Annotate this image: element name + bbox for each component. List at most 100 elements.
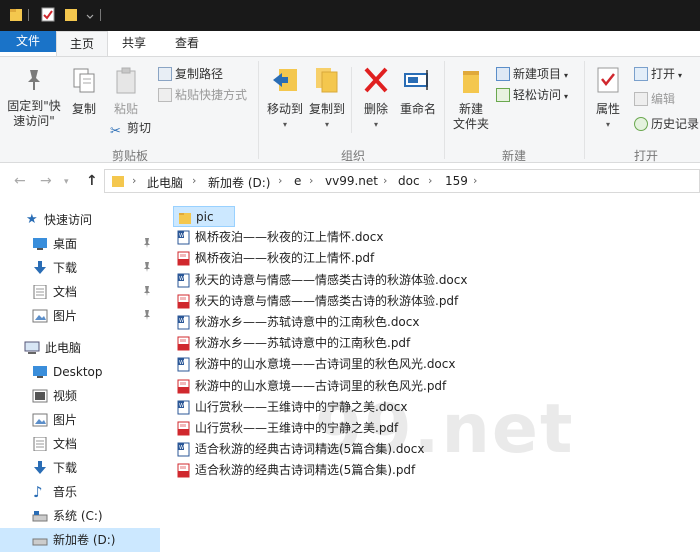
svg-text:W: W <box>179 360 184 366</box>
recent-locations-chevron-icon[interactable]: ▾ <box>64 177 69 187</box>
nav-desktop-quick[interactable]: 桌面 <box>0 232 160 256</box>
computer-icon <box>24 341 40 354</box>
nav-documents[interactable]: 文档 <box>0 432 160 456</box>
rename-button[interactable]: 重命名 <box>396 65 440 117</box>
svg-text:W: W <box>179 445 184 451</box>
new-item-icon <box>496 67 510 81</box>
file-name: 山行赏秋——王维诗中的宁静之美.docx <box>195 399 408 414</box>
scissors-icon: ✂ <box>110 124 121 139</box>
nav-downloads[interactable]: 下载 <box>0 456 160 480</box>
new-folder-button[interactable]: 新建 文件夹 <box>450 65 492 132</box>
edit-icon <box>634 92 648 106</box>
nav-videos[interactable]: 视频 <box>0 384 160 408</box>
pdf-document-icon <box>177 294 190 309</box>
copy-to-icon <box>316 68 338 93</box>
svg-text:W: W <box>179 233 184 239</box>
title-bar <box>0 0 700 31</box>
rename-icon <box>404 70 428 90</box>
nav-downloads-quick[interactable]: 下载 <box>0 256 160 280</box>
folder-icon <box>112 176 124 187</box>
file-name: 山行赏秋——王维诗中的宁静之美.pdf <box>195 421 399 435</box>
move-to-icon <box>273 69 297 91</box>
file-name: 枫桥夜泊——秋夜的江上情怀.pdf <box>195 251 375 266</box>
delete-x-icon <box>364 67 388 93</box>
nav-quick-access[interactable]: ★ 快速访问 <box>0 208 160 232</box>
file-name: 适合秋游的经典古诗词精选(5篇合集).pdf <box>195 463 416 478</box>
copy-path-icon <box>158 67 172 81</box>
easy-access-icon <box>496 88 510 102</box>
chevron-down-icon[interactable] <box>85 7 95 22</box>
pdf-document-icon <box>177 421 190 436</box>
breadcrumb-doc[interactable]: doc <box>398 174 420 188</box>
tab-file[interactable]: 文件 <box>0 31 56 52</box>
breadcrumb-drive-d[interactable]: 新加卷 (D:) <box>208 174 270 191</box>
new-item-button[interactable]: 新建项目 ▾ <box>496 65 568 83</box>
desktop-icon <box>33 366 47 378</box>
tab-share[interactable]: 共享 <box>112 31 156 56</box>
up-arrow-icon[interactable]: ↑ <box>86 173 98 189</box>
file-name: pic <box>196 210 214 224</box>
file-name: 秋天的诗意与情感——情感类古诗的秋游体验.pdf <box>195 293 459 308</box>
tab-home[interactable]: 主页 <box>56 31 108 57</box>
ribbon-tabs: 文件 主页 共享 查看 <box>0 31 700 57</box>
copy-icon <box>73 68 95 93</box>
pin-icon <box>144 310 150 320</box>
open-button[interactable]: 打开 ▾ <box>634 65 682 83</box>
nav-new-volume-d[interactable]: 新加卷 (D:) <box>0 528 160 552</box>
delete-button[interactable]: 删除 ▾ <box>356 65 396 132</box>
new-folder-icon <box>463 71 479 93</box>
word-document-icon: W <box>177 230 190 245</box>
breadcrumb-vv99[interactable]: vv99.net <box>325 174 378 188</box>
organize-group-label: 组织 <box>341 149 366 163</box>
breadcrumb-e[interactable]: e <box>294 174 301 188</box>
breadcrumb-this-pc[interactable]: 此电脑 <box>147 174 183 191</box>
paste-shortcut-button[interactable]: 粘贴快捷方式 <box>158 86 247 104</box>
nav-documents-quick[interactable]: 文档 <box>0 280 160 304</box>
history-button[interactable]: 历史记录 <box>634 115 699 133</box>
paste-icon <box>116 67 136 94</box>
svg-text:W: W <box>179 318 184 324</box>
pdf-document-icon <box>177 251 190 266</box>
video-icon <box>32 389 48 403</box>
back-arrow-icon[interactable]: ← <box>14 173 26 189</box>
pin-icon <box>144 238 150 248</box>
open-group-label: 打开 <box>634 149 659 163</box>
pdf-document-icon <box>177 463 190 478</box>
paste-shortcut-icon <box>158 88 172 102</box>
word-document-icon: W <box>177 315 190 330</box>
folder-icon <box>10 9 22 21</box>
pin-quick-access-button[interactable]: 固定到"快 速访问" <box>4 67 64 129</box>
star-icon: ★ <box>26 212 38 227</box>
copy-to-button[interactable]: 复制到 ▾ <box>306 65 348 132</box>
nav-this-pc[interactable]: 此电脑 <box>0 336 160 360</box>
paste-button[interactable]: 粘贴 <box>106 67 146 117</box>
ribbon: 固定到"快 速访问" 复制 粘贴 复制路径 粘贴快捷方式 ✂ 剪切 剪贴板 移动到… <box>0 56 700 163</box>
copy-path-button[interactable]: 复制路径 <box>158 65 223 83</box>
new-folder-icon[interactable] <box>64 7 78 22</box>
word-document-icon: W <box>177 400 190 415</box>
pictures-icon <box>32 309 48 323</box>
navigation-pane: ★ 快速访问 桌面 下载 文档 图片 此电脑 Desktop 视频 图片 文档 <box>0 200 160 552</box>
download-arrow-icon <box>34 461 46 474</box>
pin-icon <box>28 70 40 90</box>
address-box[interactable]: › 此电脑 › 新加卷 (D:) › e › vv99.net › doc › … <box>104 169 700 193</box>
move-to-button[interactable]: 移动到 ▾ <box>264 65 306 132</box>
pdf-document-icon <box>177 379 190 394</box>
tab-view[interactable]: 查看 <box>165 31 209 56</box>
edit-button[interactable]: 编辑 <box>634 90 675 108</box>
folder-item[interactable]: pic <box>173 206 235 227</box>
nav-pictures[interactable]: 图片 <box>0 408 160 432</box>
nav-music[interactable]: ♪ 音乐 <box>0 480 160 504</box>
svg-text:W: W <box>179 276 184 282</box>
nav-system-c[interactable]: 系统 (C:) <box>0 504 160 528</box>
forward-arrow-icon[interactable]: → <box>40 173 52 189</box>
easy-access-button[interactable]: 轻松访问 ▾ <box>496 86 568 104</box>
folder-icon <box>179 213 191 224</box>
breadcrumb-159[interactable]: 159 <box>445 174 468 188</box>
cut-button[interactable]: ✂ 剪切 <box>110 119 151 139</box>
properties-check-icon[interactable] <box>41 7 55 22</box>
copy-button[interactable]: 复制 <box>64 67 104 117</box>
nav-pictures-quick[interactable]: 图片 <box>0 304 160 328</box>
properties-button[interactable]: 属性 ▾ <box>590 65 626 132</box>
nav-desktop[interactable]: Desktop <box>0 360 160 384</box>
